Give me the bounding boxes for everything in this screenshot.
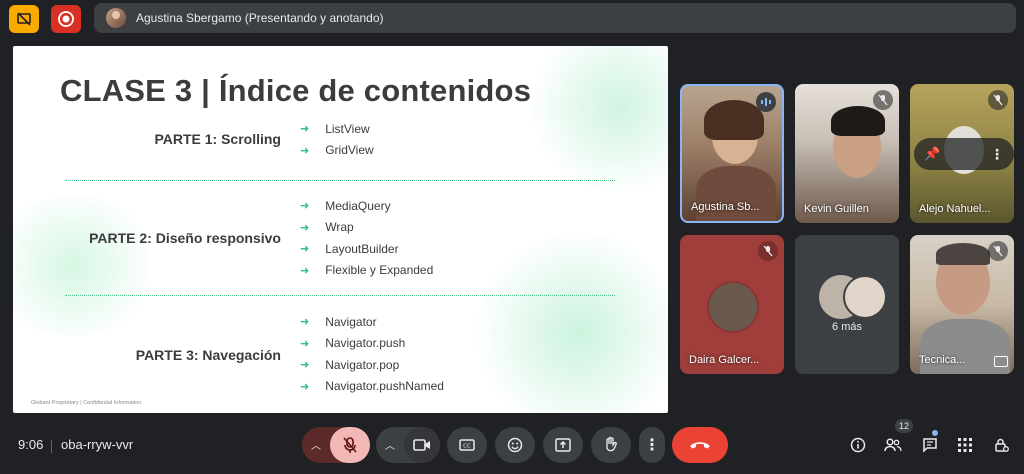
mic-off-icon	[343, 437, 357, 453]
host-controls-icon	[995, 438, 1009, 452]
part-3-items: ➜ Navigator ➜ Navigator.push ➜ Navigator.po…	[300, 311, 444, 397]
participant-tile[interactable]: Kevin Guillen	[795, 84, 899, 223]
part-1-items: ➜ ListView ➜ GridView	[300, 118, 374, 161]
meeting-details-button[interactable]	[845, 433, 871, 457]
list-item: ➜ Navigator.pop	[300, 357, 400, 372]
chat-icon	[923, 438, 937, 453]
presenter-label: Agustina Sbergamo (Presentando y anotand…	[136, 11, 384, 25]
reactions-button[interactable]	[495, 427, 535, 463]
captions-button[interactable]: CC	[447, 427, 487, 463]
list-item: ➜ GridView	[300, 143, 374, 158]
presentation-slide: CLASE 3 | Índice de contenidos PARTE 1: …	[13, 46, 668, 413]
arrow-right-icon: ➜	[300, 380, 310, 393]
list-item: ➜ Flexible y Expanded	[300, 263, 434, 278]
mic-off-icon	[988, 90, 1008, 110]
call-end-icon	[690, 442, 710, 449]
present-off-icon	[17, 12, 31, 26]
part-2-items: ➜ MediaQuery ➜ Wrap ➜ LayoutBuilder ➜ Flexib…	[300, 195, 433, 281]
participant-name: Agustina Sb...	[691, 201, 760, 213]
more-vert-icon: ⋮	[644, 437, 660, 454]
more-participants-label: 6 más	[832, 321, 862, 333]
activities-icon	[958, 438, 972, 452]
raise-hand-icon	[606, 436, 617, 452]
arrow-right-icon: ➜	[300, 221, 310, 234]
mic-toggle-button[interactable]	[330, 427, 370, 463]
recording-button[interactable]	[51, 5, 81, 33]
videocam-icon	[413, 439, 430, 451]
part-1-label: PARTE 1: Scrolling	[154, 131, 281, 147]
tile-hover-controls: 📌 ⋮	[914, 138, 1014, 170]
separator	[51, 440, 52, 453]
participant-tile[interactable]: Agustina Sb...	[680, 84, 784, 223]
speaking-indicator-icon	[756, 92, 776, 112]
list-item: ➜ MediaQuery	[300, 198, 391, 213]
chevron-up-icon[interactable]: ︿	[385, 437, 395, 452]
more-options-button[interactable]: ⋮	[639, 427, 665, 463]
list-item: ➜ Navigator.pushNamed	[300, 379, 444, 394]
raise-hand-button[interactable]	[591, 427, 631, 463]
list-item: ➜ Navigator	[300, 314, 377, 329]
video-options-button[interactable]: ︿	[376, 427, 440, 463]
section-divider	[65, 180, 615, 181]
participant-name: Alejo Nahuel...	[919, 203, 991, 215]
list-item: ➜ ListView	[300, 121, 370, 136]
participant-tile[interactable]: Daira Galcer...	[680, 235, 784, 374]
more-participants-tile[interactable]: 6 más	[795, 235, 899, 374]
mic-off-icon	[758, 241, 778, 261]
arrow-right-icon: ➜	[300, 200, 310, 213]
arrow-right-icon: ➜	[300, 144, 310, 157]
chat-button[interactable]	[917, 433, 943, 457]
chevron-up-icon[interactable]: ︿	[311, 437, 321, 452]
emoji-icon	[507, 437, 523, 453]
meeting-code: oba-rryw-vvr	[61, 437, 134, 452]
camera-toggle-button[interactable]	[404, 427, 440, 463]
leave-call-button[interactable]	[672, 427, 728, 463]
participant-avatar	[707, 281, 759, 333]
list-item: ➜ Wrap	[300, 220, 354, 235]
slide-title: CLASE 3 | Índice de contenidos	[60, 73, 532, 108]
info-icon	[850, 437, 866, 453]
arrow-right-icon: ➜	[300, 123, 310, 136]
arrow-right-icon: ➜	[300, 316, 310, 329]
participant-name: Kevin Guillen	[804, 203, 869, 215]
pin-icon[interactable]: 📌	[924, 146, 940, 162]
svg-text:CC: CC	[463, 444, 471, 450]
slide-footer: Globant Proprietary | Confidential Infor…	[31, 400, 142, 406]
people-button[interactable]	[880, 433, 906, 457]
stop-presenting-button[interactable]	[9, 5, 39, 33]
present-button[interactable]	[543, 427, 583, 463]
participant-name: Daira Galcer...	[689, 354, 760, 366]
mic-off-icon	[873, 90, 893, 110]
chat-unread-indicator	[932, 430, 938, 436]
meet-window: Agustina Sbergamo (Presentando y anotand…	[0, 0, 1024, 474]
presentation-screen-icon	[994, 356, 1008, 367]
present-icon	[555, 438, 571, 452]
arrow-right-icon: ➜	[300, 337, 310, 350]
presenter-banner[interactable]: Agustina Sbergamo (Presentando y anotand…	[94, 3, 1016, 33]
participant-name: Tecnica...	[919, 354, 966, 366]
participant-avatar	[843, 275, 887, 319]
captions-icon: CC	[459, 439, 475, 451]
section-divider	[65, 295, 615, 296]
presenter-avatar	[106, 8, 126, 28]
list-item: ➜ Navigator.push	[300, 336, 406, 351]
arrow-right-icon: ➜	[300, 359, 310, 372]
part-2-label: PARTE 2: Diseño responsivo	[89, 230, 281, 246]
people-icon	[884, 438, 902, 452]
arrow-right-icon: ➜	[300, 243, 310, 256]
participants-count-badge: 12	[895, 419, 913, 433]
activities-button[interactable]	[952, 433, 978, 457]
arrow-right-icon: ➜	[300, 264, 310, 277]
host-controls-button[interactable]	[988, 433, 1014, 457]
participant-tile[interactable]: Tecnica...	[910, 235, 1014, 374]
list-item: ➜ LayoutBuilder	[300, 241, 399, 256]
mic-off-icon	[988, 241, 1008, 261]
audio-options-button[interactable]: ︿	[302, 427, 370, 463]
more-vert-icon[interactable]: ⋮	[990, 146, 1004, 163]
record-icon	[58, 11, 74, 27]
part-3-label: PARTE 3: Navegación	[135, 347, 281, 363]
clock: 9:06	[18, 437, 44, 452]
